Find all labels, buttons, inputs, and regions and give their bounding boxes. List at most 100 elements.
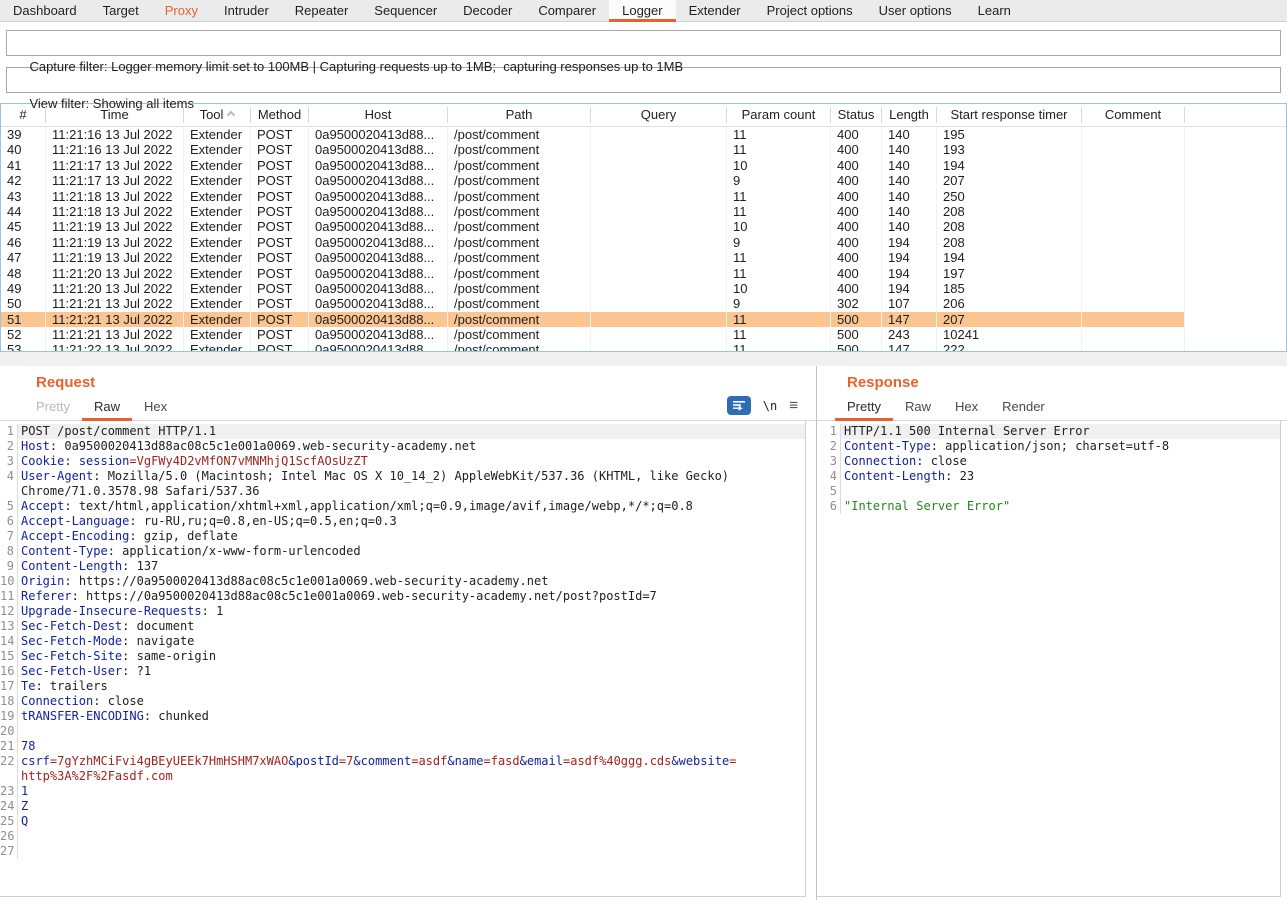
column-header-blank[interactable]: # [1,107,46,123]
log-row-46[interactable]: 4611:21:19 13 Jul 2022ExtenderPOST0a9500… [1,235,1185,250]
log-row-50[interactable]: 5011:21:21 13 Jul 2022ExtenderPOST0a9500… [1,296,1185,311]
cell-length: 243 [882,327,937,342]
editor-line: 6Accept-Language: ru-RU,ru;q=0.8,en-US;q… [0,514,805,529]
column-header-status[interactable]: Status [831,107,882,123]
log-row-45[interactable]: 4511:21:19 13 Jul 2022ExtenderPOST0a9500… [1,219,1185,234]
column-header-tool[interactable]: Tool [184,107,251,123]
menu-tab-project-options[interactable]: Project options [754,0,866,22]
editor-line: 2Content-Type: application/json; charset… [817,439,1280,454]
request-tab-raw[interactable]: Raw [82,396,132,421]
request-tab-pretty[interactable]: Pretty [24,396,82,421]
column-header-host[interactable]: Host [309,107,448,123]
format-code-icon[interactable] [727,396,751,415]
cell-path: /post/comment [448,142,591,157]
cell-comment [1082,342,1185,352]
response-tab-hex[interactable]: Hex [943,396,990,421]
response-editor[interactable]: 1HTTP/1.1 500 Internal Server Error2Cont… [817,421,1281,897]
menu-tab-target[interactable]: Target [90,0,152,22]
line-number: 1 [0,424,18,439]
cell-tool: Extender [184,127,251,142]
cell-param-count: 9 [727,235,831,250]
cell-comment [1082,327,1185,342]
menu-tab-intruder[interactable]: Intruder [211,0,282,22]
menu-tab-learn[interactable]: Learn [965,0,1024,22]
log-row-48[interactable]: 4811:21:20 13 Jul 2022ExtenderPOST0a9500… [1,266,1185,281]
cell-tool: Extender [184,296,251,311]
editor-line: 20 [0,724,805,739]
editor-line: 27 [0,844,805,859]
column-header-length[interactable]: Length [882,107,937,123]
menu-tab-logger[interactable]: Logger [609,0,675,22]
log-table-header: #TimeToolMethodHostPathQueryParam countS… [1,104,1286,127]
request-tab-hex[interactable]: Hex [132,396,179,421]
cell-time: 11:21:17 13 Jul 2022 [46,173,184,188]
menu-tab-proxy[interactable]: Proxy [152,0,211,22]
menu-tab-comparer[interactable]: Comparer [525,0,609,22]
cell-param-count: 9 [727,173,831,188]
cell-comment [1082,219,1185,234]
response-tab-render[interactable]: Render [990,396,1057,421]
cell-path: /post/comment [448,250,591,265]
cell-comment [1082,296,1185,311]
cell-host: 0a9500020413d88... [309,281,448,296]
cell-host: 0a9500020413d88... [309,250,448,265]
log-row-52[interactable]: 5211:21:21 13 Jul 2022ExtenderPOST0a9500… [1,327,1185,342]
cell-comment [1082,281,1185,296]
column-header-query[interactable]: Query [591,107,727,123]
log-row-51[interactable]: 5111:21:21 13 Jul 2022ExtenderPOST0a9500… [1,312,1185,327]
log-row-47[interactable]: 4711:21:19 13 Jul 2022ExtenderPOST0a9500… [1,250,1185,265]
line-number: 2 [817,439,841,454]
column-header-param-count[interactable]: Param count [727,107,831,123]
cell-comment [1082,235,1185,250]
nonprintable-chars-icon[interactable]: \n [763,399,777,413]
cell-time: 11:21:22 13 Jul 2022 [46,342,184,352]
request-editor[interactable]: 1POST /post/comment HTTP/1.12Host: 0a950… [0,421,806,897]
log-row-49[interactable]: 4911:21:20 13 Jul 2022ExtenderPOST0a9500… [1,281,1185,296]
menu-tab-extender[interactable]: Extender [676,0,754,22]
capture-filter-bar[interactable]: Capture filter: Logger memory limit set … [6,30,1281,56]
editor-line: 7Accept-Encoding: gzip, deflate [0,529,805,544]
cell-time: 11:21:18 13 Jul 2022 [46,189,184,204]
log-row-41[interactable]: 4111:21:17 13 Jul 2022ExtenderPOST0a9500… [1,158,1185,173]
cell-param-count: 10 [727,281,831,296]
cell-blank: 43 [1,189,46,204]
log-row-43[interactable]: 4311:21:18 13 Jul 2022ExtenderPOST0a9500… [1,189,1185,204]
cell-status: 400 [831,219,882,234]
editor-settings-icon[interactable]: ≡ [789,398,798,413]
cell-status: 500 [831,342,882,352]
horizontal-splitter[interactable] [0,352,1287,366]
cell-length: 194 [882,266,937,281]
response-tab-raw[interactable]: Raw [893,396,943,421]
column-header-path[interactable]: Path [448,107,591,123]
cell-path: /post/comment [448,281,591,296]
cell-param-count: 11 [727,250,831,265]
menu-tab-dashboard[interactable]: Dashboard [0,0,90,22]
menu-tab-decoder[interactable]: Decoder [450,0,525,22]
menu-tab-user-options[interactable]: User options [866,0,965,22]
cell-tool: Extender [184,327,251,342]
cell-query [591,219,727,234]
log-row-44[interactable]: 4411:21:18 13 Jul 2022ExtenderPOST0a9500… [1,204,1185,219]
cell-start-response-timer: 197 [937,266,1082,281]
column-header-method[interactable]: Method [251,107,309,123]
cell-query [591,342,727,352]
log-row-40[interactable]: 4011:21:16 13 Jul 2022ExtenderPOST0a9500… [1,142,1185,157]
cell-status: 400 [831,142,882,157]
menu-tab-sequencer[interactable]: Sequencer [361,0,450,22]
cell-host: 0a9500020413d88... [309,327,448,342]
editor-line: 19tRANSFER-ENCODING: chunked [0,709,805,724]
cell-tool: Extender [184,189,251,204]
editor-line: 13Sec-Fetch-Dest: document [0,619,805,634]
log-row-39[interactable]: 3911:21:16 13 Jul 2022ExtenderPOST0a9500… [1,127,1185,142]
log-row-42[interactable]: 4211:21:17 13 Jul 2022ExtenderPOST0a9500… [1,173,1185,188]
column-header-start-response-timer[interactable]: Start response timer [937,107,1082,123]
cell-method: POST [251,327,309,342]
log-row-53[interactable]: 5311:21:22 13 Jul 2022ExtenderPOST0a9500… [1,342,1185,352]
response-tab-pretty[interactable]: Pretty [835,396,893,421]
column-header-time[interactable]: Time [46,107,184,123]
line-number: 19 [0,709,18,724]
menu-tab-repeater[interactable]: Repeater [282,0,361,22]
column-header-comment[interactable]: Comment [1082,107,1185,123]
cell-status: 400 [831,173,882,188]
cell-time: 11:21:21 13 Jul 2022 [46,312,184,327]
